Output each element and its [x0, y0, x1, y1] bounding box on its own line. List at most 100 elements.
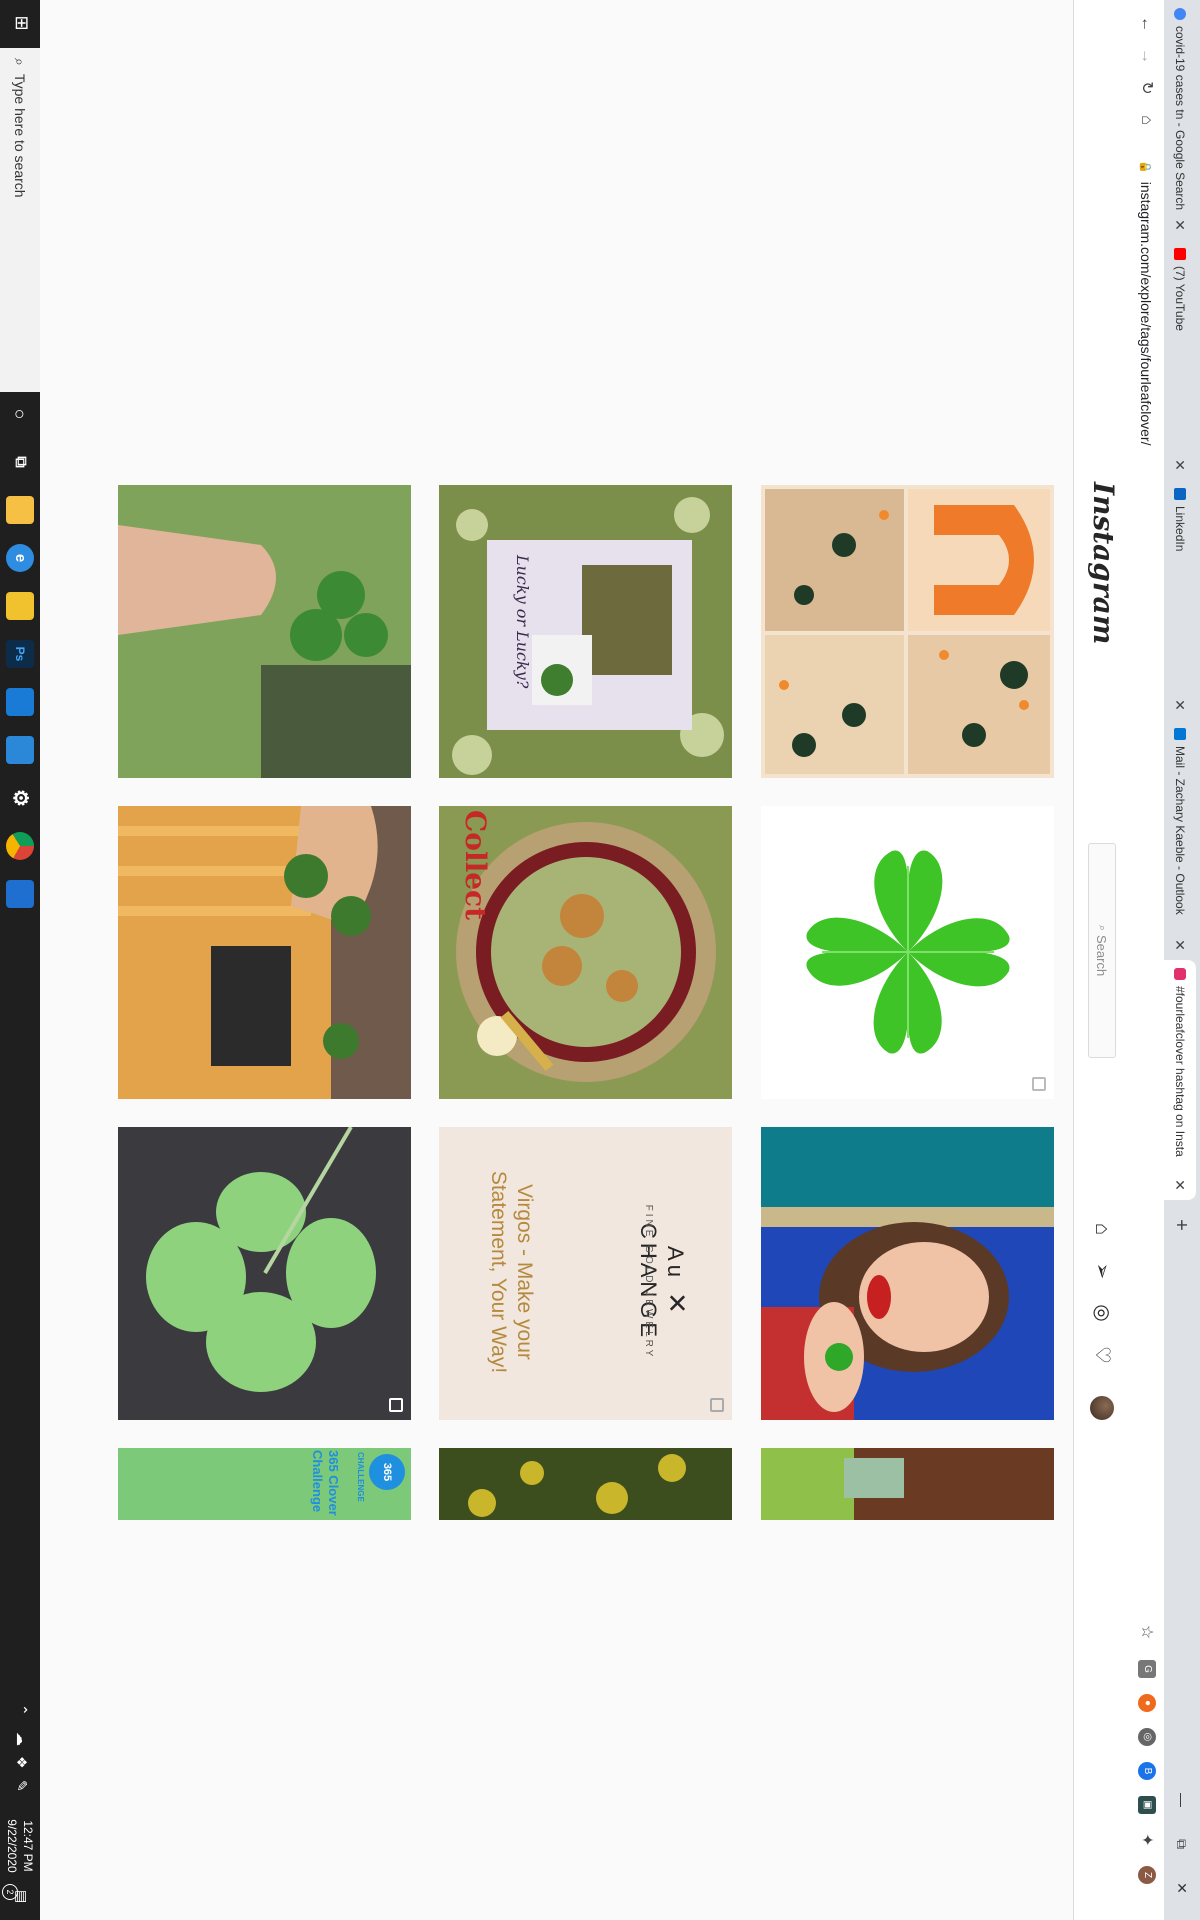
url-text: instagram.com/explore/tags/fourleafclove… — [1138, 181, 1154, 446]
show-hidden-icons[interactable]: ⌃ — [13, 1704, 30, 1716]
post-clover-plate[interactable]: Collect — [439, 806, 732, 1099]
ad-message: Virgos - Make your Statement, Your Way! — [487, 1170, 536, 1374]
page-viewport: Instagram ⌕ Search ⌂ ➢ ◎ ♡ Lucky or Luck… — [40, 0, 1128, 1920]
tab-linkedin[interactable]: LinkedIn ✕ — [1164, 480, 1196, 720]
taskbar: ⊞ ⌕ Type here to search ○ ⧉ e Ps ⚙ ⌃ ☁ ❖… — [0, 0, 40, 1920]
search-input[interactable]: ⌕ Search — [1088, 843, 1116, 1058]
instagram-icon — [1174, 968, 1186, 980]
challenge-title: 365 Clover Challenge — [310, 1450, 341, 1516]
clover-image — [761, 806, 1054, 1099]
post-collage[interactable] — [761, 485, 1054, 778]
taskbar-clock[interactable]: 12:47 PM 9/22/2020 — [4, 1806, 36, 1886]
pen-icon[interactable]: ✎ — [13, 1780, 30, 1792]
profile-icon[interactable]: Z — [1138, 1866, 1156, 1884]
tab-strip: covid-19 cases tn - Google Search ✕ (7) … — [1164, 0, 1200, 1920]
extensions-puzzle-icon[interactable]: ✦ — [1134, 1828, 1158, 1852]
post-challenge[interactable]: 365 CHALLENGE 365 Clover Challenge — [118, 1448, 411, 1520]
back-icon[interactable]: ← — [1134, 12, 1158, 36]
challenge-badge: 365 — [369, 1454, 405, 1490]
cortana-icon[interactable]: ○ — [6, 400, 34, 428]
profile-avatar[interactable] — [1090, 1396, 1114, 1420]
new-tab-button[interactable]: + — [1168, 1212, 1194, 1238]
home-icon[interactable]: ⌂ — [1134, 108, 1158, 132]
post-partial[interactable] — [761, 1448, 1054, 1520]
chrome-icon[interactable] — [6, 832, 34, 860]
photoshop-icon[interactable]: Ps — [6, 640, 34, 668]
minimize-button[interactable]: — — [1164, 1778, 1200, 1822]
post-partial-yellow[interactable] — [439, 1448, 732, 1520]
extension-icon[interactable]: B — [1138, 1762, 1156, 1780]
challenge-label: CHALLENGE — [356, 1452, 365, 1502]
dropbox-icon[interactable]: ❖ — [13, 1756, 30, 1769]
photo-house — [118, 806, 411, 1099]
extension-icon[interactable]: G — [1138, 1660, 1156, 1678]
video-icon — [710, 1398, 724, 1412]
address-bar[interactable]: 🔒 instagram.com/explore/tags/fourleafclo… — [1132, 160, 1160, 1120]
explore-icon[interactable]: ◎ — [1089, 1300, 1115, 1326]
extension-icon[interactable]: ▣ — [1138, 1796, 1156, 1814]
tab-title: covid-19 cases tn - Google Search — [1173, 26, 1187, 211]
remote-desktop-icon[interactable] — [6, 880, 34, 908]
tab-outlook[interactable]: Mail - Zachary Kaeble - Outlook ✕ — [1164, 720, 1196, 960]
close-tab-icon[interactable]: ✕ — [1172, 1178, 1189, 1192]
task-view-icon[interactable]: ⧉ — [6, 448, 34, 476]
forward-icon[interactable]: → — [1134, 44, 1158, 68]
linkedin-icon — [1174, 488, 1186, 500]
outlook-icon — [1174, 728, 1186, 740]
windows-start-icon[interactable]: ⊞ — [10, 12, 32, 34]
search-icon: ⌕ — [1096, 924, 1109, 931]
tab-title: #fourleafclover hashtag on Insta — [1173, 986, 1187, 1157]
heart-icon[interactable]: ♡ — [1089, 1342, 1115, 1368]
home-icon[interactable]: ⌂ — [1089, 1216, 1115, 1242]
post-notebook[interactable]: Lucky or Lucky? — [439, 485, 732, 778]
photo-partial — [761, 1448, 1054, 1520]
carousel-icon — [389, 1398, 403, 1412]
tab-title: Mail - Zachary Kaeble - Outlook — [1173, 746, 1187, 915]
taskbar-search[interactable]: ⌕ Type here to search — [0, 48, 40, 392]
photo-hand-clover — [118, 485, 411, 778]
bookmark-star-icon[interactable]: ☆ — [1134, 1620, 1158, 1644]
post-clovers-house[interactable] — [118, 806, 411, 1099]
browser-toolbar: ← → ↻ ⌂ 🔒 instagram.com/explore/tags/fou… — [1127, 0, 1164, 1920]
search-placeholder: Search — [1094, 934, 1110, 977]
post-clover-on-fabric[interactable] — [118, 1127, 411, 1420]
onedrive-icon[interactable]: ☁ — [13, 1732, 30, 1746]
network-icon[interactable] — [6, 736, 34, 764]
maximize-button[interactable]: ⧉ — [1164, 1822, 1200, 1866]
close-tab-icon[interactable]: ✕ — [1172, 218, 1189, 232]
direct-icon[interactable]: ➢ — [1089, 1258, 1115, 1284]
extension-icon[interactable]: ● — [1138, 1694, 1156, 1712]
collage-image — [761, 485, 1054, 778]
search-icon: ⌕ — [12, 58, 29, 66]
post-jewelry-ad[interactable]: Au ✕ CHANGE FINE GOLD JEWELRY Virgos - M… — [439, 1127, 732, 1420]
youtube-icon — [1174, 248, 1186, 260]
edge-icon[interactable]: e — [6, 544, 34, 572]
extension-icon[interactable]: ◎ — [1138, 1728, 1156, 1746]
sticky-notes-icon[interactable] — [6, 592, 34, 620]
photo-notebook — [439, 485, 732, 778]
instagram-logo[interactable]: Instagram — [1087, 482, 1120, 644]
post-hand-clover[interactable] — [118, 485, 411, 778]
tab-google-search[interactable]: covid-19 cases tn - Google Search ✕ — [1164, 0, 1196, 240]
azure-icon[interactable] — [6, 688, 34, 716]
settings-icon[interactable]: ⚙ — [6, 784, 34, 812]
post-clover-illustration[interactable] — [761, 806, 1054, 1099]
instagram-header: Instagram ⌕ Search ⌂ ➢ ◎ ♡ — [1073, 0, 1128, 1920]
file-explorer-icon[interactable] — [6, 496, 34, 524]
clock-date: 9/22/2020 — [5, 1819, 19, 1873]
tab-instagram[interactable]: #fourleafclover hashtag on Insta ✕ — [1164, 960, 1196, 1200]
close-tab-icon[interactable]: ✕ — [1172, 698, 1189, 712]
close-tab-icon[interactable]: ✕ — [1172, 458, 1189, 472]
photo-woman — [761, 1127, 1054, 1420]
close-tab-icon[interactable]: ✕ — [1172, 938, 1189, 952]
clock-time: 12:47 PM — [21, 1820, 35, 1872]
plate-caption: Collect — [459, 810, 492, 921]
taskbar-search-placeholder: Type here to search — [12, 73, 28, 198]
tab-youtube[interactable]: (7) YouTube ✕ — [1164, 240, 1196, 480]
photo-clover-fabric — [118, 1127, 411, 1420]
photo-yellow-flowers — [439, 1448, 732, 1520]
reload-icon[interactable]: ↻ — [1134, 76, 1158, 100]
post-woman-with-clover[interactable] — [761, 1127, 1054, 1420]
lock-icon: 🔒 — [1139, 160, 1152, 174]
close-window-button[interactable]: ✕ — [1164, 1866, 1200, 1910]
